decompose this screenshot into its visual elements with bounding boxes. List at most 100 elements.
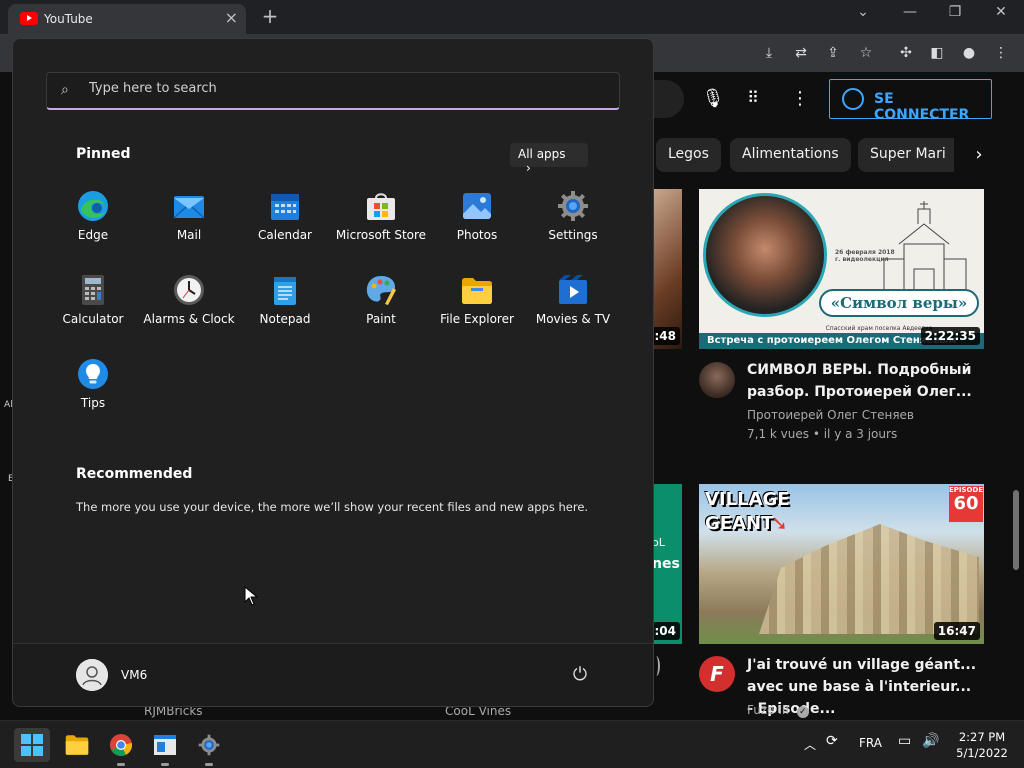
video-thumbnail[interactable]: VILLAGE GEANT ➘ EPISODE 60 16:47 xyxy=(699,484,984,644)
running-indicator xyxy=(161,763,169,766)
profile-icon[interactable]: ● xyxy=(958,42,980,64)
taskbar-file-explorer[interactable] xyxy=(59,728,95,762)
network-icon[interactable]: ▭ xyxy=(898,733,911,749)
app-label: Movies & TV xyxy=(535,312,611,326)
chip-legos[interactable]: Legos xyxy=(656,138,721,172)
paint-icon xyxy=(365,274,397,306)
app-label: Calculator xyxy=(62,312,124,326)
thumbnail-date-text: 26 февраля 2018 г. видеолекция xyxy=(835,249,895,263)
pinned-app-calculator[interactable]: Calculator xyxy=(38,274,148,348)
channel-name[interactable]: Fuze III ✓ xyxy=(747,701,809,720)
browser-tab-youtube[interactable]: YouTube × xyxy=(8,4,246,34)
clock-time: 2:27 PM xyxy=(958,730,1006,744)
movies-icon xyxy=(557,274,589,306)
photos-icon xyxy=(461,190,493,222)
youtube-settings-kebab-icon[interactable]: ⋮ xyxy=(790,88,810,110)
start-button[interactable] xyxy=(14,728,50,762)
pinned-app-settings[interactable]: Settings xyxy=(518,190,628,264)
running-indicator xyxy=(205,763,213,766)
channel-name-text: Fuze III xyxy=(747,703,789,717)
mail-icon xyxy=(173,190,205,222)
new-tab-button[interactable]: + xyxy=(258,4,282,30)
video-duration: 16:47 xyxy=(933,622,980,640)
install-app-icon[interactable]: ⤓ xyxy=(758,42,780,64)
pinned-app-notepad[interactable]: Notepad xyxy=(230,274,340,348)
sync-icon[interactable]: ⟳ xyxy=(826,733,838,749)
pinned-app-alarms-clock[interactable]: Alarms & Clock xyxy=(134,274,244,348)
tab-close-icon[interactable]: × xyxy=(225,8,238,27)
video-duration: 0:04 xyxy=(652,622,680,640)
pinned-app-calendar[interactable]: Calendar xyxy=(230,190,340,264)
channel-avatar-fuze-logo[interactable]: F xyxy=(699,656,735,692)
language-indicator[interactable]: FRA xyxy=(859,736,882,750)
taskbar-app-window[interactable] xyxy=(147,728,183,766)
channel-name[interactable]: Протоиерей Олег Стеняев xyxy=(747,406,914,425)
calculator-icon xyxy=(77,274,109,306)
partial-video-thumbnail[interactable]: oL nes 0:04 xyxy=(652,484,682,644)
episode-badge: EPISODE 60 xyxy=(949,486,983,522)
bookmark-star-icon[interactable]: ☆ xyxy=(855,42,877,64)
share-icon[interactable]: ⇪ xyxy=(822,42,844,64)
search-icon: ⌕ xyxy=(61,82,69,98)
pinned-app-edge[interactable]: Edge xyxy=(38,190,148,264)
app-label: Calendar xyxy=(258,228,312,242)
power-icon[interactable]: ⏻ xyxy=(568,664,592,688)
chevron-right-icon: › xyxy=(526,161,531,175)
page-scrollbar-thumb[interactable] xyxy=(1013,490,1019,570)
side-panel-icon[interactable]: ◧ xyxy=(926,42,948,64)
voice-search-mic-icon[interactable]: 🎙 xyxy=(698,80,728,118)
video-duration: 3:48 xyxy=(652,327,680,345)
translate-icon[interactable]: ⇄ xyxy=(790,42,812,64)
window-close-button[interactable]: ✕ xyxy=(988,4,1014,26)
red-arrow-icon: ➘ xyxy=(771,511,788,535)
user-avatar[interactable] xyxy=(76,659,108,691)
pinned-app-file-explorer[interactable]: File Explorer xyxy=(422,274,532,348)
pinned-heading: Pinned xyxy=(76,146,131,162)
chrome-menu-kebab-icon[interactable]: ⋮ xyxy=(990,42,1012,64)
windows-logo-icon xyxy=(21,734,43,756)
show-hidden-icons-chevron-icon[interactable]: ︿ xyxy=(804,736,816,753)
sign-in-button[interactable]: SE CONNECTER xyxy=(829,79,992,123)
start-menu-footer xyxy=(13,643,653,706)
pinned-app-tips[interactable]: Tips xyxy=(38,358,148,432)
verified-badge-icon: ✓ xyxy=(796,706,809,718)
start-search-input[interactable] xyxy=(89,81,589,96)
pinned-app-mail[interactable]: Mail xyxy=(134,190,244,264)
edge-icon xyxy=(77,190,109,222)
chips-next-arrow-icon[interactable]: › xyxy=(964,140,994,170)
youtube-apps-grid-icon[interactable]: ⠿ xyxy=(742,88,764,110)
channel-avatar[interactable] xyxy=(699,362,735,398)
user-name[interactable]: VM6 xyxy=(121,668,147,682)
restore-button[interactable]: ❐ xyxy=(942,4,968,26)
app-label: Alarms & Clock xyxy=(143,312,235,326)
pinned-app-movies-tv[interactable]: Movies & TV xyxy=(518,274,628,348)
app-label: Paint xyxy=(366,312,396,326)
all-apps-button[interactable]: All apps › xyxy=(510,143,588,175)
pinned-app-photos[interactable]: Photos xyxy=(422,190,532,264)
clock-date: 5/1/2022 xyxy=(956,746,1008,760)
all-apps-label: All apps xyxy=(518,147,566,161)
taskbar-chrome[interactable] xyxy=(103,728,139,766)
pinned-app-paint[interactable]: Paint xyxy=(326,274,436,348)
tips-icon xyxy=(77,358,109,390)
folder-icon xyxy=(65,735,89,755)
partial-thumb-text: nes xyxy=(652,556,680,572)
video-title[interactable]: СИМВОЛ ВЕРЫ. Подробный разбор. Протоиере… xyxy=(747,359,977,403)
video-meta: 7,1 k vues • il y a 3 jours xyxy=(747,427,898,441)
store-icon xyxy=(365,190,397,222)
episode-badge-number: 60 xyxy=(953,493,979,514)
volume-icon[interactable]: 🔊 xyxy=(922,733,939,749)
minimize-button[interactable]: — xyxy=(897,4,923,26)
recommended-heading: Recommended xyxy=(76,466,193,482)
chip-alimentations[interactable]: Alimentations xyxy=(730,138,851,172)
start-search-box[interactable]: ⌕ xyxy=(46,72,620,110)
taskbar-settings[interactable] xyxy=(191,728,227,766)
partial-video-thumbnail[interactable]: 3:48 xyxy=(652,189,682,349)
chip-super-mario[interactable]: Super Mari xyxy=(858,138,954,172)
pinned-app-microsoft-store[interactable]: Microsoft Store xyxy=(326,190,436,264)
extensions-puzzle-icon[interactable]: ✣ xyxy=(895,42,917,64)
youtube-favicon-icon xyxy=(20,12,38,25)
video-thumbnail[interactable]: 26 февраля 2018 г. видеолекция «Символ в… xyxy=(699,189,984,349)
tab-search-chevron-icon[interactable]: ⌄ xyxy=(850,4,876,26)
clock[interactable]: 2:27 PM 5/1/2022 xyxy=(952,729,1012,761)
